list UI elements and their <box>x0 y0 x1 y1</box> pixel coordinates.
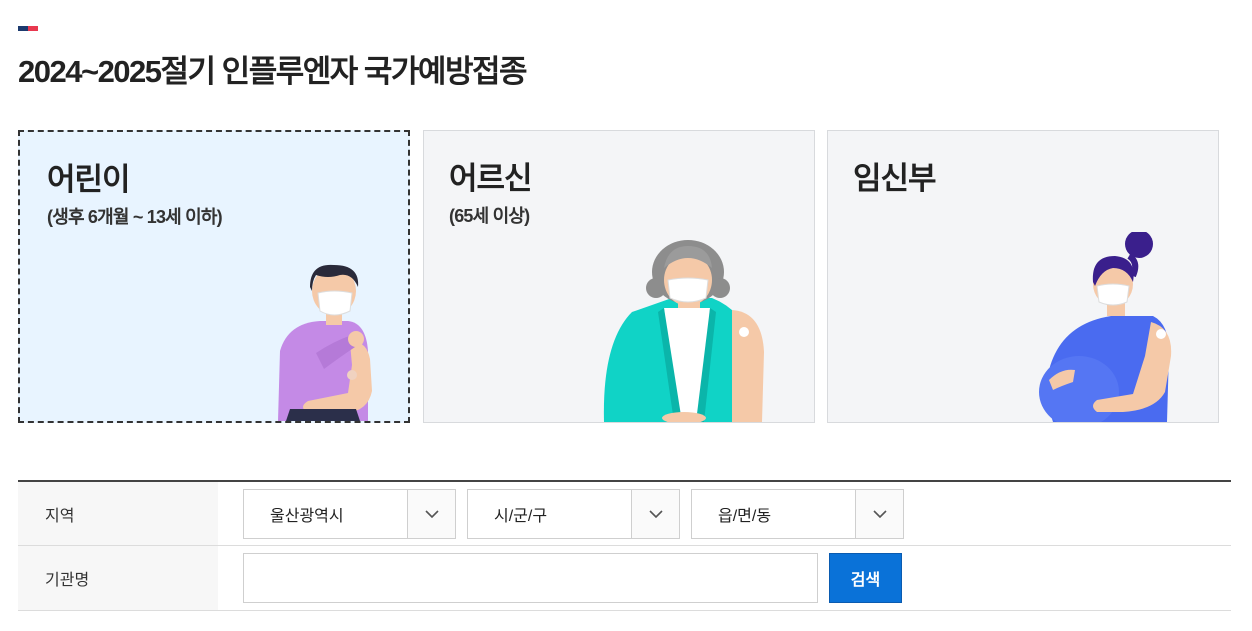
institution-name-input[interactable] <box>243 553 818 603</box>
pregnant-woman-illustration-icon <box>1039 232 1172 422</box>
institution-row: 기관명 검색 <box>18 546 1231 611</box>
elderly-illustration-icon <box>603 240 764 422</box>
chevron-down-icon[interactable] <box>631 489 679 538</box>
province-select-value: 울산광역시 <box>270 507 344 525</box>
card-elderly-subtitle: (65세 이상) <box>449 206 530 226</box>
chevron-down-icon[interactable] <box>407 489 455 538</box>
search-form: 지역 울산광역시 시/군/구 읍/면/동 기관명 검색 <box>18 480 1231 611</box>
institution-label: 기관명 <box>18 546 218 610</box>
card-elderly-title: 어르신 <box>449 161 533 196</box>
target-group-cards: 어린이 (생후 6개월 ~ 13세 이하) 어르신 (65세 이상) 임신부 <box>18 130 1219 423</box>
city-select-value: 시/군/구 <box>494 507 548 525</box>
town-select[interactable]: 읍/면/동 <box>691 488 904 539</box>
province-select[interactable]: 울산광역시 <box>243 488 456 539</box>
city-select[interactable]: 시/군/구 <box>467 488 680 539</box>
card-children[interactable]: 어린이 (생후 6개월 ~ 13세 이하) <box>18 130 410 423</box>
child-illustration-icon <box>278 264 372 421</box>
search-button[interactable]: 검색 <box>829 553 902 603</box>
region-row: 지역 울산광역시 시/군/구 읍/면/동 <box>18 482 1231 546</box>
card-elderly[interactable]: 어르신 (65세 이상) <box>423 130 815 423</box>
town-select-value: 읍/면/동 <box>718 507 772 525</box>
title-accent-bar <box>18 26 38 31</box>
region-label: 지역 <box>18 482 218 545</box>
chevron-down-icon[interactable] <box>855 489 903 538</box>
card-children-subtitle: (생후 6개월 ~ 13세 이하) <box>47 207 223 227</box>
page-title: 2024~2025절기 인플루엔자 국가예방접종 <box>18 54 528 89</box>
card-pregnant[interactable]: 임신부 <box>827 130 1219 423</box>
card-children-title: 어린이 <box>47 162 131 197</box>
card-pregnant-title: 임신부 <box>853 161 937 196</box>
